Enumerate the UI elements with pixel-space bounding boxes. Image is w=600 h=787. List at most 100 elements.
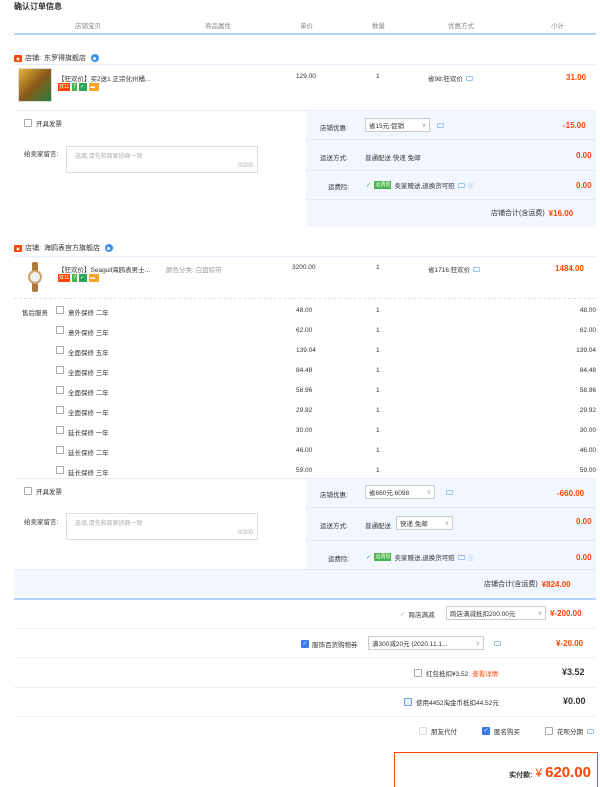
shop1-ship-amount: 0.00 xyxy=(576,151,592,160)
check-icon: ✓ xyxy=(366,182,372,189)
service-checkbox[interactable] xyxy=(56,466,64,474)
anonymous-label: 匿名购买 xyxy=(494,729,520,736)
help-icon[interactable]: ⓘ xyxy=(468,552,475,562)
service-qty: 1 xyxy=(376,367,380,374)
friend-pay-checkbox[interactable] xyxy=(419,727,427,735)
sep xyxy=(14,569,596,570)
shop1-item-title[interactable]: 【狂欢价】买2送1 正宗化州橘... xyxy=(58,73,150,83)
service-checkbox[interactable] xyxy=(56,346,64,354)
service-qty: 1 xyxy=(376,307,380,314)
shop1-divider xyxy=(14,64,596,65)
comment-icon[interactable] xyxy=(457,182,465,188)
shop2-discount-select[interactable]: 省660元:6098 ∨ xyxy=(365,485,435,499)
col-header-item: 店铺宝贝 xyxy=(75,23,101,30)
taojin-label: 使用4452淘金币抵扣44.52元 xyxy=(416,700,499,707)
anonymous-option[interactable]: ✓ 匿名购买 xyxy=(482,726,520,736)
service-checkbox[interactable] xyxy=(56,306,64,314)
invoice-checkbox[interactable] xyxy=(24,487,32,495)
comment-icon[interactable] xyxy=(446,490,453,495)
shop2-product-image[interactable] xyxy=(23,262,47,292)
service-checkbox[interactable] xyxy=(56,366,64,374)
service-checkbox[interactable] xyxy=(56,326,64,334)
shop1-message-input[interactable]: 选填,请先和商家协商一致 0/200 xyxy=(66,146,258,173)
service-qty: 1 xyxy=(376,447,380,454)
service-row[interactable]: 延长保修 二年 46.00 1 46.00 xyxy=(56,443,596,463)
service-row[interactable]: 意外保修 三年 62.00 1 62.00 xyxy=(56,323,596,343)
taojin-checkbox[interactable] xyxy=(404,698,412,706)
shop2-name[interactable]: 海鸥表官方旗舰店 xyxy=(44,243,100,253)
comment-icon[interactable] xyxy=(466,75,474,81)
wangwang-chat-icon[interactable] xyxy=(90,54,99,62)
sep xyxy=(306,170,596,171)
service-checkbox[interactable] xyxy=(56,446,64,454)
huabei-checkbox[interactable] xyxy=(545,727,553,735)
shop2-ship-amount: 0.00 xyxy=(576,517,592,526)
sep xyxy=(306,507,596,508)
comment-icon[interactable] xyxy=(587,728,594,734)
redpack-row[interactable]: 红包抵扣¥3.52 查看详情 xyxy=(414,668,498,678)
coupon-select[interactable]: 满300减20元 (2020.11.1... ∨ xyxy=(368,636,484,650)
cross-store-select[interactable]: 跨店满减抵扣200.00元 ∨ xyxy=(446,606,546,620)
service-checkbox[interactable] xyxy=(56,426,64,434)
service-checkbox[interactable] xyxy=(56,406,64,414)
redpack-detail-link[interactable]: 查看详情 xyxy=(472,668,498,678)
service-row[interactable]: 全面保修 二年 58.96 1 58.96 xyxy=(56,383,596,403)
shop1-invoice[interactable]: 开具发票 xyxy=(24,118,62,128)
shop2-label: 店铺: xyxy=(25,245,41,252)
invoice-checkbox[interactable] xyxy=(24,119,32,127)
comment-icon[interactable] xyxy=(457,554,465,560)
service-row[interactable]: 意外保修 二年 48.00 1 48.00 xyxy=(56,303,596,323)
taojin-row[interactable]: 使用4452淘金币抵扣44.52元 xyxy=(404,697,499,707)
comment-icon[interactable] xyxy=(437,123,444,128)
shop2-message-input[interactable]: 选填,请先和商家协商一致 0/200 xyxy=(66,513,258,540)
service-row[interactable]: 全面保修 三年 84.48 1 84.48 xyxy=(56,363,596,383)
coupon-checkbox[interactable]: ✓ xyxy=(301,640,309,648)
wangwang-chat-icon[interactable] xyxy=(104,244,113,252)
summary-sep xyxy=(14,687,596,688)
shop1-ship-label: 运送方式: xyxy=(320,155,348,162)
insure-tag: 运费险 xyxy=(374,181,392,189)
service-name: 全面保修 二年 xyxy=(68,390,109,397)
shop2-ship-select[interactable]: 快递 免邮 ∨ xyxy=(396,516,453,530)
message-count: 0/200 xyxy=(237,163,253,169)
shop2-discount-amount: -660.00 xyxy=(557,489,585,498)
shop2-invoice[interactable]: 开具发票 xyxy=(24,486,62,496)
service-checkbox[interactable] xyxy=(56,386,64,394)
service-row[interactable]: 延长保修 一年 30.00 1 30.00 xyxy=(56,423,596,443)
friend-pay-label: 朋友代付 xyxy=(431,729,457,736)
shop1-name[interactable]: 东罗得旗舰店 xyxy=(44,53,86,63)
col-header-subtotal: 小计 xyxy=(551,23,564,30)
double11-tag: 双11 xyxy=(58,83,71,91)
service-price: 46.00 xyxy=(296,447,313,454)
service-subtotal: 84.48 xyxy=(579,367,596,374)
service-row[interactable]: 全面保修 五年 139.04 1 139.04 xyxy=(56,343,596,363)
coupon-row[interactable]: ✓ 服饰百货购物券 xyxy=(301,639,358,649)
shop2-insure-amount: 0.00 xyxy=(576,553,592,562)
shop1-discount-amount: -15.00 xyxy=(563,121,586,130)
credit-card-icon: ▬ xyxy=(88,274,99,282)
shop2-total-label: 店铺合计(含运费) xyxy=(484,581,538,588)
anonymous-checkbox[interactable]: ✓ xyxy=(482,727,490,735)
service-subtotal: 46.00 xyxy=(579,447,596,454)
shop-icon: ▣ xyxy=(14,54,22,62)
service-price: 62.00 xyxy=(296,327,313,334)
comment-icon[interactable] xyxy=(494,641,501,646)
shop2-total-value: ¥824.00 xyxy=(541,579,571,589)
invoice-label: 开具发票 xyxy=(36,489,62,496)
huabei-option[interactable]: 花呗分期 xyxy=(545,726,594,736)
service-price: 59.00 xyxy=(296,467,313,474)
friend-pay-option[interactable]: 朋友代付 xyxy=(419,726,457,736)
shop1-total-value: ¥16.00 xyxy=(548,208,574,218)
shop1-total-label: 店铺合计(含运费) xyxy=(491,210,545,217)
shop2-header: ▣ 店铺: 海鸥表官方旗舰店 xyxy=(14,243,113,253)
shop2-item-title[interactable]: 【狂欢价】Seagull海鸥表男士... xyxy=(58,264,150,274)
service-subtotal: 48.00 xyxy=(579,307,596,314)
help-icon[interactable]: ⓘ xyxy=(468,180,475,190)
header-divider xyxy=(14,33,596,35)
guarantee-icon: ✓ xyxy=(78,83,87,91)
service-row[interactable]: 全面保修 一年 29.92 1 29.92 xyxy=(56,403,596,423)
redpack-checkbox[interactable] xyxy=(414,669,422,677)
shop1-product-image[interactable] xyxy=(18,68,52,102)
shop1-discount-select[interactable]: 省15元:促销 ∨ xyxy=(365,118,430,132)
comment-icon[interactable] xyxy=(473,266,481,272)
